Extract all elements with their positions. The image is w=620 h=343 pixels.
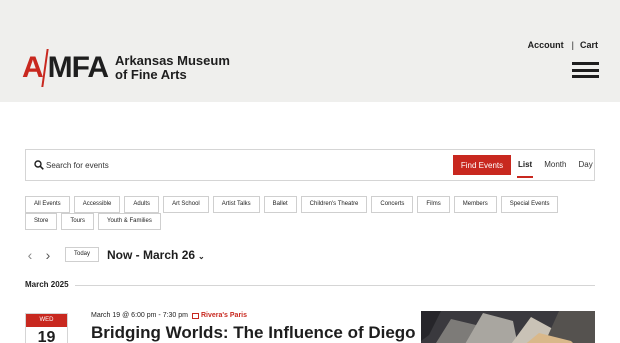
filter-store[interactable]: Store — [25, 213, 58, 230]
logo-mark-a: A — [22, 51, 44, 84]
logo-mark-text: MFA — [47, 51, 109, 84]
cart-link[interactable]: Cart — [580, 40, 598, 50]
search-icon — [34, 160, 44, 170]
filter-youth-families[interactable]: Youth & Families — [98, 213, 161, 230]
filter-adults[interactable]: Adults — [124, 196, 160, 213]
month-heading: March 2025 — [25, 280, 69, 289]
event-artwork — [421, 311, 595, 343]
logo-line-2: of Fine Arts — [115, 67, 187, 82]
view-tab-list[interactable]: List — [516, 160, 534, 178]
filter-art-school[interactable]: Art School — [163, 196, 209, 213]
search-input[interactable] — [46, 157, 366, 174]
view-tab-month[interactable]: Month — [544, 160, 566, 169]
filter-members[interactable]: Members — [453, 196, 497, 213]
filter-artist-talks[interactable]: Artist Talks — [212, 196, 260, 213]
filter-ballet[interactable]: Ballet — [263, 196, 297, 213]
event-day: 19 — [37, 329, 56, 343]
filter-childrens-theatre[interactable]: Children's Theatre — [300, 196, 368, 213]
event-series-label: Rivera's Paris — [200, 312, 248, 319]
view-switcher: List Month Day — [516, 160, 605, 178]
logo-line-1: Arkansas Museum — [115, 53, 230, 68]
logo-text: Arkansas Museum of Fine Arts — [115, 54, 230, 82]
filter-concerts[interactable]: Concerts — [371, 196, 414, 213]
chevron-right-icon[interactable]: › — [43, 248, 53, 262]
logo-mark: A MFA — [22, 49, 109, 87]
chevron-left-icon[interactable]: ‹ — [25, 248, 35, 262]
series-icon — [191, 312, 199, 319]
menu-bar — [572, 68, 599, 72]
date-range-label: Now - March 26 — [107, 247, 196, 262]
utility-nav: Account | Cart — [528, 40, 598, 50]
event-time: March 19 @ 6:00 pm - 7:30 pm — [91, 312, 188, 319]
menu-bar — [572, 75, 599, 78]
menu-icon[interactable] — [572, 62, 599, 78]
chevron-down-icon: ⌄ — [198, 251, 205, 261]
date-navigation: ‹ › Today Now - March 26 ⌄ — [25, 247, 205, 262]
event-thumbnail[interactable] — [421, 311, 595, 343]
view-tab-day[interactable]: Day — [578, 160, 592, 169]
today-button[interactable]: Today — [65, 247, 100, 262]
filter-all-events[interactable]: All Events — [25, 196, 70, 213]
event-meta: March 19 @ 6:00 pm - 7:30 pm Rivera's Pa… — [91, 312, 247, 319]
utility-separator: | — [571, 40, 574, 50]
event-date-badge: WED 19 — [25, 313, 68, 343]
find-events-button[interactable]: Find Events — [453, 155, 511, 175]
filter-accessible[interactable]: Accessible — [73, 196, 121, 213]
date-range-picker[interactable]: Now - March 26 ⌄ — [107, 248, 205, 262]
event-title-link[interactable]: Bridging Worlds: The Influence of Diego … — [91, 323, 472, 343]
account-link[interactable]: Account — [528, 40, 564, 50]
month-divider — [75, 285, 595, 286]
event-search-bar: Find Events List Month Day — [25, 149, 595, 181]
menu-bar — [572, 62, 599, 65]
filter-special-events[interactable]: Special Events — [500, 196, 559, 213]
filter-films[interactable]: Films — [417, 196, 450, 213]
site-header: A MFA Arkansas Museum of Fine Arts Accou… — [0, 0, 620, 102]
museum-logo[interactable]: A MFA Arkansas Museum of Fine Arts — [22, 49, 230, 87]
category-filters: All Events Accessible Adults Art School … — [25, 196, 597, 230]
event-series-link[interactable]: Rivera's Paris — [191, 312, 248, 319]
filter-tours[interactable]: Tours — [61, 213, 95, 230]
event-weekday: WED — [26, 314, 67, 327]
